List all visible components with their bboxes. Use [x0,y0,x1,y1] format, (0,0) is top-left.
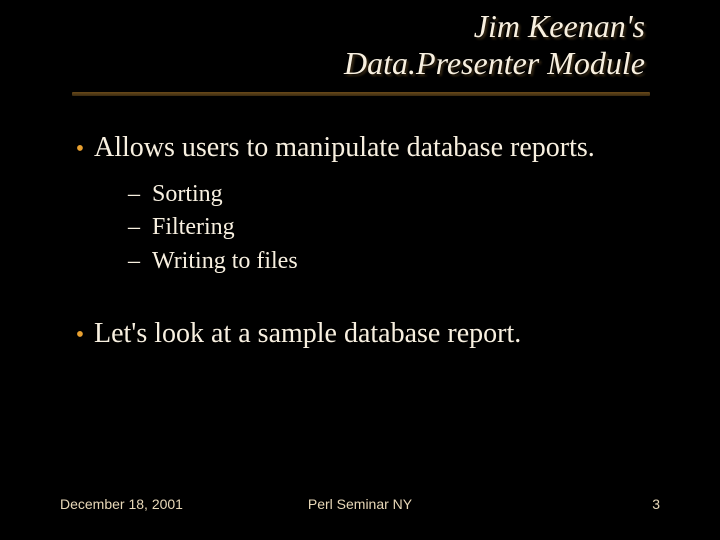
bullet-dot-icon: • [66,132,94,166]
sub-bullet-item: – Filtering [128,211,660,245]
slide-footer: December 18, 2001 Perl Seminar NY 3 [0,496,720,512]
bullet-text: Allows users to manipulate database repo… [94,132,595,164]
title-line-2: Data.Presenter Module [0,45,645,82]
dash-icon: – [128,245,152,279]
sub-bullet-item: – Writing to files [128,245,660,279]
footer-date: December 18, 2001 [60,496,183,512]
dash-icon: – [128,211,152,245]
footer-page-number: 3 [652,496,660,512]
sub-bullet-text: Sorting [152,178,223,212]
slide-body: • Allows users to manipulate database re… [0,96,720,353]
sub-bullet-text: Writing to files [152,245,298,279]
title-line-1: Jim Keenan's [0,8,645,45]
slide-title: Jim Keenan's Data.Presenter Module [0,0,720,82]
bullet-item: • Allows users to manipulate database re… [66,132,660,166]
sub-bullet-text: Filtering [152,211,235,245]
dash-icon: – [128,178,152,212]
bullet-text: Let's look at a sample database report. [94,318,521,350]
bullet-dot-icon: • [66,318,94,352]
sub-bullet-item: – Sorting [128,178,660,212]
footer-center: Perl Seminar NY [308,496,412,512]
sub-list: – Sorting – Filtering – Writing to files [66,178,660,279]
bullet-item: • Let's look at a sample database report… [66,318,660,352]
